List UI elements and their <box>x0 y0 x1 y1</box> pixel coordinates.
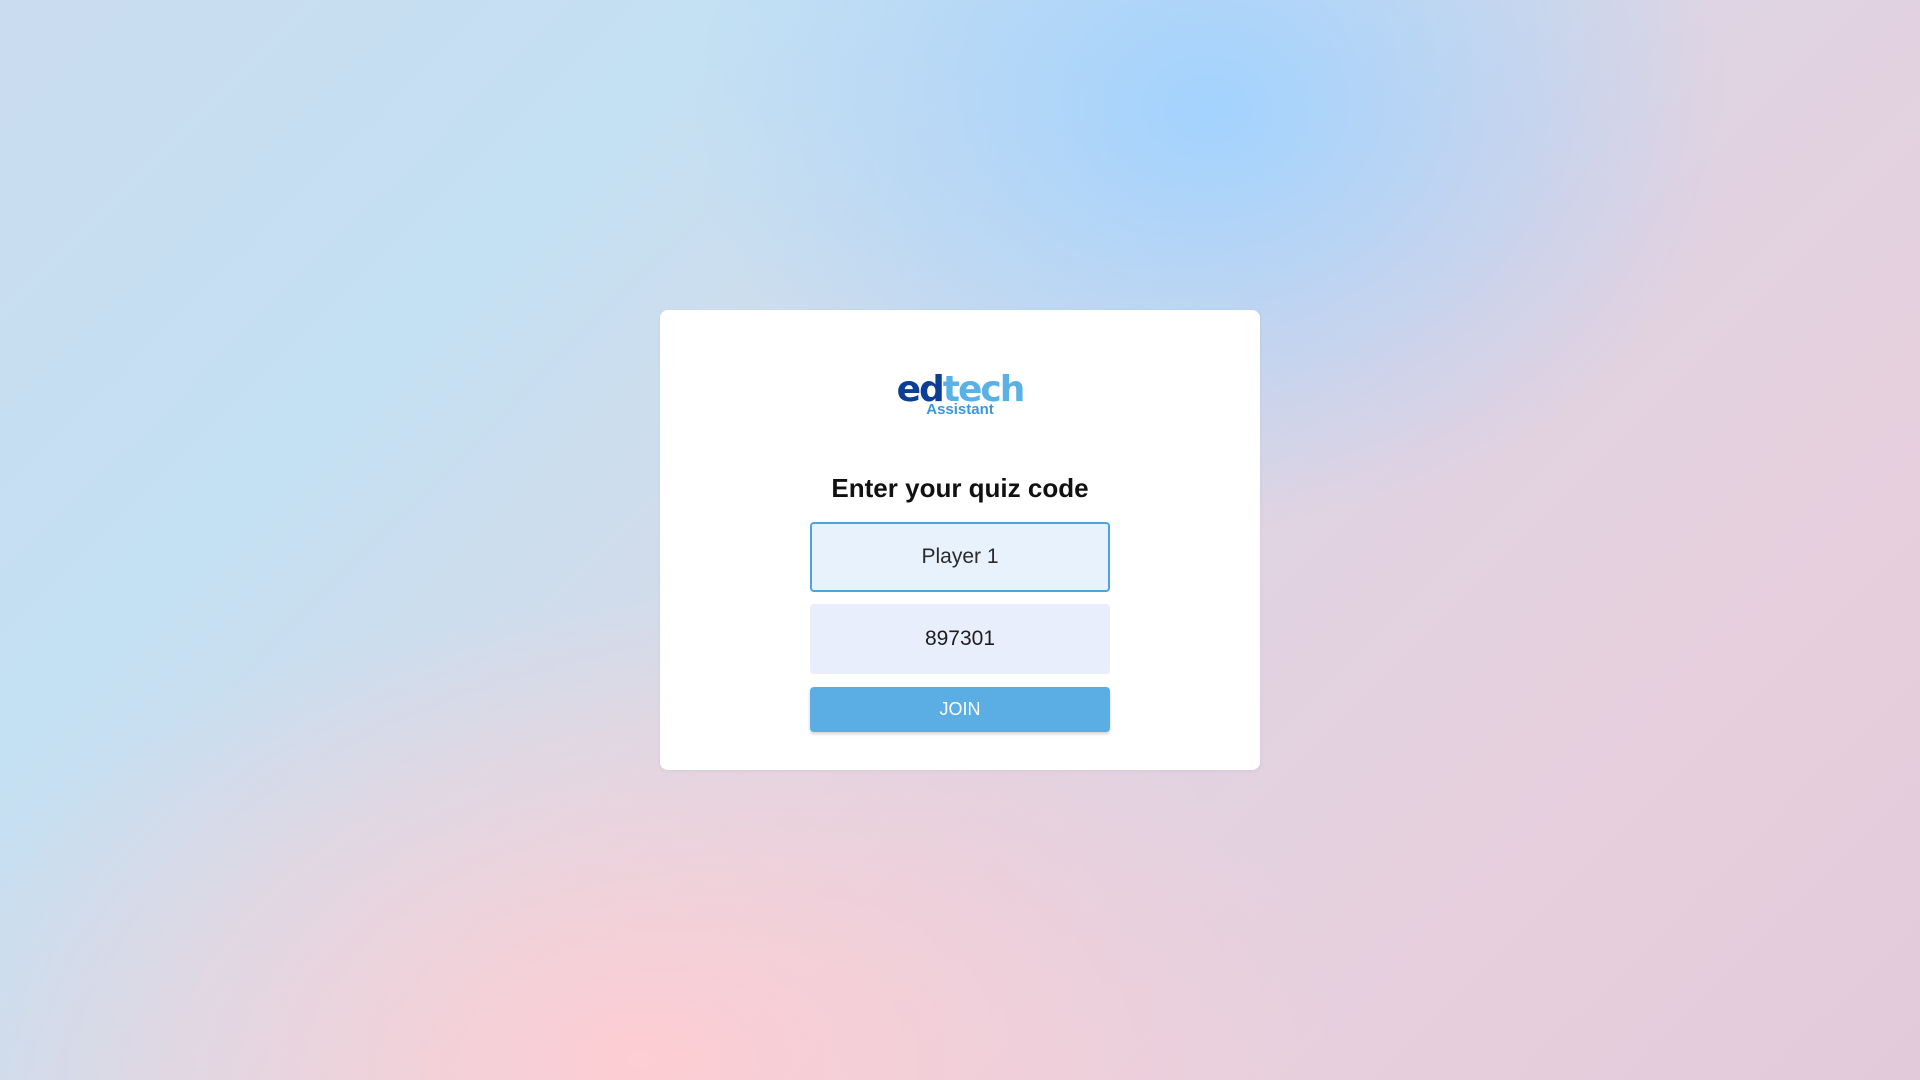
edtech-logo: edtech Assistant <box>660 372 1260 418</box>
join-card: edtech Assistant Enter your quiz code JO… <box>660 310 1260 770</box>
join-button[interactable]: JOIN <box>810 687 1110 732</box>
player-name-input[interactable] <box>810 522 1110 592</box>
logo-subtitle: Assistant <box>926 401 994 418</box>
quiz-code-input[interactable] <box>810 604 1110 674</box>
page-title: Enter your quiz code <box>831 473 1089 503</box>
